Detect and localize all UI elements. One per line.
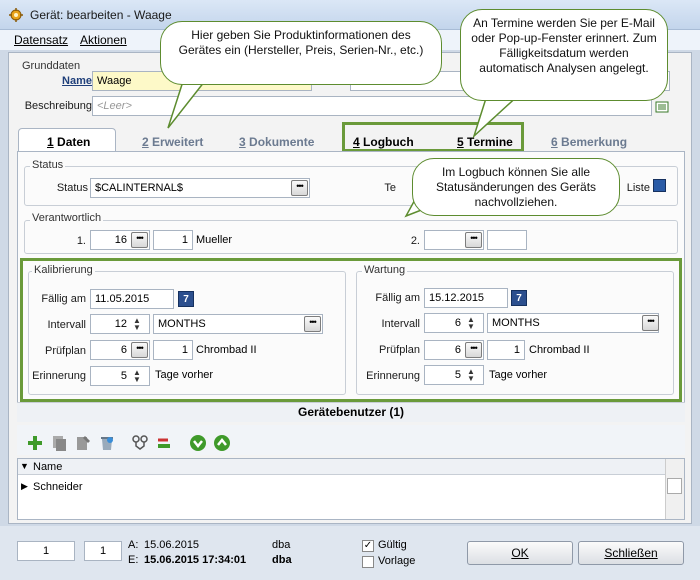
wartung-pruefplan-lookup[interactable]: ••• xyxy=(465,342,482,358)
wartung-faellig-label: Fällig am xyxy=(375,292,420,304)
vorlage-label: Vorlage xyxy=(378,555,416,567)
window-title: Gerät: bearbeiten - Waage xyxy=(30,8,172,22)
wartung-erinnerung-suffix: Tage vorher xyxy=(489,369,548,381)
wartung-erinnerung-spinner[interactable]: ▲ ▼ xyxy=(467,368,475,383)
kalibrierung-erinnerung-field[interactable]: 5 xyxy=(90,366,150,386)
geraetebenutzer-toolbar xyxy=(17,425,685,455)
beschreibung-label: Beschreibung xyxy=(24,100,92,112)
kalibrierung-intervall-label: Intervall xyxy=(47,319,86,331)
kalibrierung-calendar-icon[interactable]: 7 xyxy=(178,291,194,307)
name-label: Name xyxy=(62,75,92,87)
page-total-field: 1 xyxy=(84,541,122,561)
wartung-intervall-unit[interactable]: MONTHS xyxy=(487,313,659,333)
kalibrierung-intervall-lookup[interactable]: ••• xyxy=(304,316,321,332)
wartung-erinnerung-field[interactable]: 5 xyxy=(424,365,484,385)
wartung-calendar-icon[interactable]: 7 xyxy=(511,290,527,306)
kalibrierung-pruefplan-name: Chrombad II xyxy=(196,344,257,356)
kalibrierung-intervall-field[interactable]: 12 xyxy=(90,314,150,334)
verantwortlich-row2-lookup[interactable]: ••• xyxy=(465,232,482,248)
verantwortlich-row1-id[interactable]: 1 xyxy=(153,230,193,250)
copy-icon[interactable] xyxy=(50,434,68,452)
wartung-pruefplan-label: Prüfplan xyxy=(379,344,420,356)
te-label: Te xyxy=(384,182,396,194)
verantwortlich-group-label: Verantwortlich xyxy=(30,212,104,224)
menu-datensatz[interactable]: Datensatz xyxy=(14,33,68,47)
move-up-icon[interactable] xyxy=(213,434,231,452)
wartung-intervall-spinner[interactable]: ▲ ▼ xyxy=(467,316,475,331)
wartung-intervall-label: Intervall xyxy=(381,318,420,330)
liste-checkbox[interactable] xyxy=(653,179,666,192)
kalibrierung-pruefplan-label: Prüfplan xyxy=(45,345,86,357)
wartung-group-label: Wartung xyxy=(362,264,408,276)
grid-row-expand-icon[interactable]: ▶ xyxy=(21,481,28,492)
vorlage-checkbox[interactable] xyxy=(362,556,374,568)
verantwortlich-row1-name: Mueller xyxy=(196,234,233,246)
grid-header-sort-icon: ▼ xyxy=(20,461,29,471)
schliessen-button[interactable]: Schließen xyxy=(578,541,684,565)
gueltig-checkbox[interactable]: ✓ xyxy=(362,540,374,552)
wartung-faellig-field[interactable]: 15.12.2015 xyxy=(424,288,508,308)
kalibrierung-group-label: Kalibrierung xyxy=(32,264,95,276)
wartung-intervall-lookup[interactable]: ••• xyxy=(642,315,659,331)
status-group-label: Status xyxy=(30,159,66,171)
status-field[interactable]: $CALINTERNAL$ xyxy=(90,178,310,198)
edited-label: E: xyxy=(128,554,139,566)
kalibrierung-intervall-unit[interactable]: MONTHS xyxy=(153,314,323,334)
status-label: Status xyxy=(56,182,88,194)
kalibrierung-faellig-field[interactable]: 11.05.2015 xyxy=(90,289,174,309)
unlink-icon[interactable] xyxy=(155,434,173,452)
created-date: 15.06.2015 xyxy=(144,539,200,551)
liste-label: Liste xyxy=(626,182,650,194)
link-icon[interactable] xyxy=(131,434,149,452)
wartung-erinnerung-label: Erinnerung xyxy=(366,370,420,382)
grunddaten-label: Grunddaten xyxy=(22,60,81,72)
kalibrierung-erinnerung-spinner[interactable]: ▲ ▼ xyxy=(133,369,141,384)
geraetebenutzer-header: Gerätebenutzer (1) xyxy=(17,402,685,422)
kalibrierung-pruefplan-id[interactable]: 1 xyxy=(153,340,193,360)
wartung-intervall-field[interactable]: 6 xyxy=(424,313,484,333)
created-label: A: xyxy=(128,539,139,551)
page-current-field[interactable]: 1 xyxy=(17,541,75,561)
grid-column-name[interactable]: Name xyxy=(33,461,62,473)
kalibrierung-faellig-label: Fällig am xyxy=(41,293,86,305)
kalibrierung-erinnerung-label: Erinnerung xyxy=(32,370,86,382)
status-lookup-button[interactable]: ••• xyxy=(291,180,308,196)
edited-date: 15.06.2015 17:34:01 xyxy=(144,554,247,566)
created-user: dba xyxy=(272,539,291,551)
kalibrierung-pruefplan-lookup[interactable]: ••• xyxy=(131,342,148,358)
add-icon[interactable] xyxy=(26,434,44,452)
verantwortlich-row1-label: 1. xyxy=(76,235,86,247)
wartung-pruefplan-id[interactable]: 1 xyxy=(487,340,525,360)
kalibrierung-intervall-spinner[interactable]: ▲ ▼ xyxy=(133,317,141,332)
delete-icon[interactable] xyxy=(98,434,116,452)
grid-scrollbar-thumb[interactable] xyxy=(667,478,682,494)
table-row[interactable]: Schneider xyxy=(33,481,83,493)
callout-termine: An Termine werden Sie per E-Mail oder Po… xyxy=(460,9,668,101)
edit-icon[interactable] xyxy=(74,434,92,452)
ok-button[interactable]: OK xyxy=(467,541,573,565)
kalibrierung-erinnerung-suffix: Tage vorher xyxy=(155,369,214,381)
menu-aktionen[interactable]: Aktionen xyxy=(80,33,127,47)
callout-grunddaten: Hier geben Sie Produktinformationen des … xyxy=(160,21,442,85)
verantwortlich-row2-label: 2. xyxy=(410,235,420,247)
grid-header-row xyxy=(18,459,665,475)
edited-user: dba xyxy=(272,554,292,566)
app-gear-icon xyxy=(9,8,23,22)
wartung-pruefplan-name: Chrombad II xyxy=(529,344,590,356)
verantwortlich-row2-id[interactable] xyxy=(487,230,527,250)
list-edit-icon[interactable] xyxy=(655,100,669,114)
move-down-icon[interactable] xyxy=(189,434,207,452)
gueltig-label: Gültig xyxy=(378,539,407,551)
callout-logbuch: Im Logbuch können Sie alle Statusänderun… xyxy=(412,158,620,216)
verantwortlich-row1-lookup[interactable]: ••• xyxy=(131,232,148,248)
